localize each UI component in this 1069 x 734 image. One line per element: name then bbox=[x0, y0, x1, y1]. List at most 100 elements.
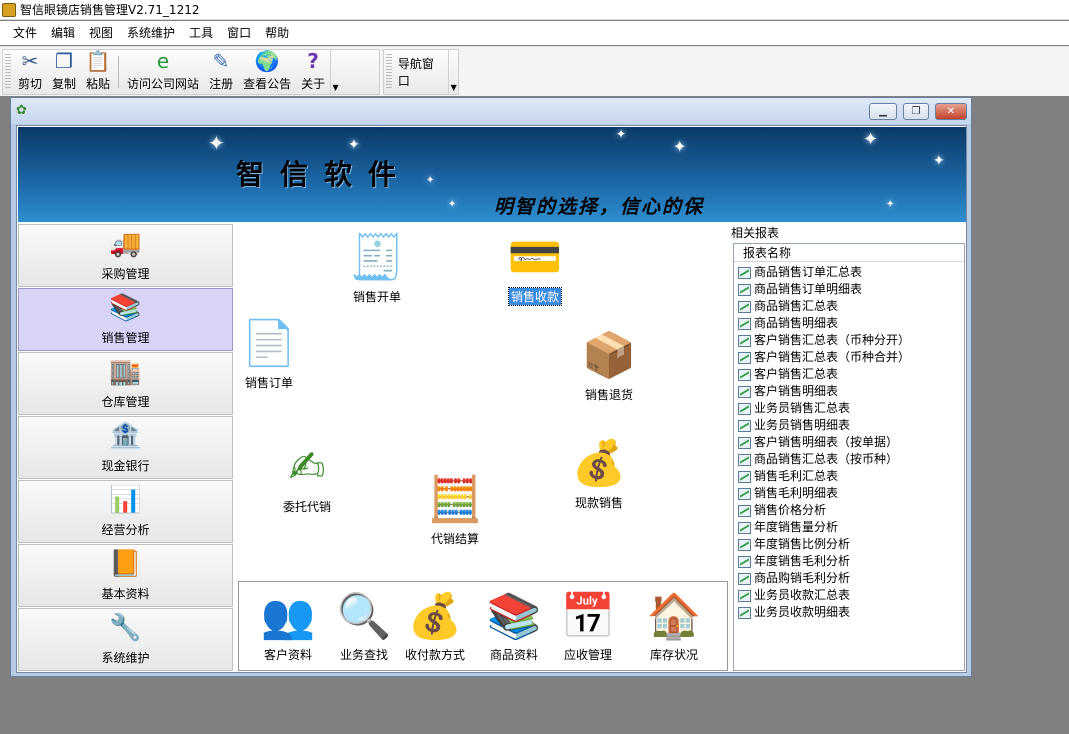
report-item[interactable]: 商品销售明细表 bbox=[738, 315, 964, 332]
toolbar-grip[interactable] bbox=[386, 54, 392, 90]
copy-button[interactable]: ❐ 复制 bbox=[47, 49, 81, 94]
nav-basic-data[interactable]: 📙 基本资料 bbox=[18, 544, 233, 607]
report-item[interactable]: 年度销售量分析 bbox=[738, 519, 964, 536]
quick-links: 👥 客户资料 🔍 业务查找 💰 收付款方式 📚 商品资料 📅 应收管理 🏠 库存… bbox=[238, 581, 728, 671]
report-item[interactable]: 销售价格分析 bbox=[738, 502, 964, 519]
sales-open-button[interactable]: 🧾 销售开单 bbox=[349, 230, 405, 305]
report-chart-icon bbox=[738, 453, 751, 466]
menu-help[interactable]: 帮助 bbox=[258, 21, 296, 45]
report-item-label: 客户销售汇总表（币种分开） bbox=[754, 333, 911, 347]
report-item[interactable]: 业务员销售明细表 bbox=[738, 417, 964, 434]
paste-button[interactable]: 📋 粘贴 bbox=[81, 49, 115, 94]
module-nav: 🚚 采购管理 📚 销售管理 🏬 仓库管理 🏦 现金银行 📊 经营分析 📙 基本资… bbox=[18, 224, 233, 672]
register-button[interactable]: ✎ 注册 bbox=[204, 49, 238, 94]
report-item[interactable]: 客户销售汇总表 bbox=[738, 366, 964, 383]
sales-order-button[interactable]: 📄 销售订单 bbox=[241, 316, 297, 391]
window-app-icon: ✿ bbox=[16, 103, 27, 118]
cash-sale-button[interactable]: 💰 现款销售 bbox=[571, 436, 627, 511]
truck-icon: 🚚 bbox=[109, 229, 142, 259]
report-item-label: 销售毛利明细表 bbox=[754, 486, 839, 500]
report-item[interactable]: 客户销售汇总表（币种合并） bbox=[738, 349, 964, 366]
report-item[interactable]: 业务员销售汇总表 bbox=[738, 400, 964, 417]
report-item[interactable]: 客户销售汇总表（币种分开） bbox=[738, 332, 964, 349]
inventory-status-button[interactable]: 🏠 库存状况 bbox=[645, 588, 703, 663]
toolbar-overflow-button[interactable]: ▼ bbox=[330, 50, 340, 94]
cut-button[interactable]: ✂ 剪切 bbox=[13, 49, 47, 94]
menu-file[interactable]: 文件 bbox=[6, 21, 44, 45]
report-item[interactable]: 销售毛利汇总表 bbox=[738, 468, 964, 485]
nav-window-button[interactable]: 导航窗口 bbox=[394, 50, 448, 94]
report-item[interactable]: 商品销售订单明细表 bbox=[738, 281, 964, 298]
menu-view[interactable]: 视图 bbox=[82, 21, 120, 45]
sales-receipt-button[interactable]: 💳 销售收款 bbox=[507, 230, 563, 306]
tools-icon: 🔧 bbox=[109, 613, 142, 643]
cash-sale-label: 现款销售 bbox=[574, 496, 623, 510]
reports-list: 报表名称 商品销售订单汇总表 商品销售订单明细表商品销售汇总表 商品销售明细表 客户销… bbox=[733, 243, 965, 671]
report-chart-icon bbox=[738, 504, 751, 517]
visit-website-label: 访问公司网站 bbox=[127, 77, 200, 91]
star-icon: ✦ bbox=[208, 131, 225, 155]
business-search-button[interactable]: 🔍 业务查找 bbox=[335, 588, 393, 663]
globe-link-icon: e bbox=[156, 49, 170, 73]
report-item[interactable]: 年度销售毛利分析 bbox=[738, 553, 964, 570]
report-item[interactable]: 年度销售比例分析 bbox=[738, 536, 964, 553]
payment-method-button[interactable]: 💰 收付款方式 bbox=[405, 588, 465, 663]
report-item[interactable]: 业务员收款明细表 bbox=[738, 604, 964, 621]
visit-website-button[interactable]: e 访问公司网站 bbox=[122, 49, 204, 94]
book-icon: 📙 bbox=[109, 549, 142, 579]
menu-window[interactable]: 窗口 bbox=[220, 21, 258, 45]
child-window-titlebar[interactable]: ✿ ▁ ❐ ✕ bbox=[11, 98, 971, 124]
report-item-label: 商品销售订单明细表 bbox=[754, 282, 863, 296]
receivables-button[interactable]: 📅 应收管理 bbox=[559, 588, 617, 663]
about-button[interactable]: ? 关于 bbox=[296, 49, 330, 94]
reports-title: 相关报表 bbox=[731, 226, 780, 240]
report-item-label: 业务员销售明细表 bbox=[754, 418, 851, 432]
reports-column-header[interactable]: 报表名称 bbox=[734, 244, 964, 262]
sales-return-button[interactable]: 📦 销售退货 bbox=[581, 328, 637, 403]
star-icon: ✦ bbox=[348, 137, 360, 153]
app-title: 智信眼镜店销售管理V2.71_1212 bbox=[20, 3, 200, 17]
nav-cash-bank-label: 现金银行 bbox=[101, 459, 150, 473]
nav-purchase[interactable]: 🚚 采购管理 bbox=[18, 224, 233, 287]
consign-button[interactable]: ✍ 委托代销 bbox=[279, 440, 335, 515]
report-item[interactable]: 商品销售汇总表（按币种） bbox=[738, 451, 964, 468]
nav-analysis[interactable]: 📊 经营分析 bbox=[18, 480, 233, 543]
card-check-icon: 💳 bbox=[507, 232, 563, 283]
minimize-button[interactable]: ▁ bbox=[869, 103, 897, 120]
nav-sales[interactable]: 📚 销售管理 bbox=[18, 288, 233, 351]
report-chart-icon bbox=[738, 283, 751, 296]
report-item[interactable]: 客户销售明细表（按单据） bbox=[738, 434, 964, 451]
report-item[interactable]: 业务员收款汇总表 bbox=[738, 587, 964, 604]
product-info-button[interactable]: 📚 商品资料 bbox=[485, 588, 543, 663]
star-icon: ✦ bbox=[426, 175, 435, 186]
nav-cash-bank[interactable]: 🏦 现金银行 bbox=[18, 416, 233, 479]
nav-warehouse[interactable]: 🏬 仓库管理 bbox=[18, 352, 233, 415]
function-area: 🧾 销售开单 💳 销售收款 📄 销售订单 📦 销售退货 ✍ 委托代销 🧮 代销结… bbox=[237, 224, 729, 574]
customer-info-button[interactable]: 👥 客户资料 bbox=[259, 588, 317, 663]
menu-system[interactable]: 系统维护 bbox=[120, 21, 182, 45]
crate-up-icon: 📦 bbox=[581, 330, 637, 381]
view-notice-button[interactable]: 🌍 查看公告 bbox=[238, 49, 296, 94]
menu-tools[interactable]: 工具 bbox=[182, 21, 220, 45]
consign-settle-button[interactable]: 🧮 代销结算 bbox=[427, 472, 483, 547]
report-item[interactable]: 商品购销毛利分析 bbox=[738, 570, 964, 587]
nav-window-label: 导航窗口 bbox=[397, 57, 434, 88]
nav-system[interactable]: 🔧 系统维护 bbox=[18, 608, 233, 671]
close-button[interactable]: ✕ bbox=[935, 103, 967, 120]
banner-slogan: 明智的选择，信心的保 bbox=[494, 196, 705, 218]
report-item[interactable]: 商品销售订单汇总表 bbox=[738, 264, 964, 281]
menu-bar: 文件 编辑 视图 系统维护 工具 窗口 帮助 bbox=[0, 21, 1069, 45]
menu-edit[interactable]: 编辑 bbox=[44, 21, 82, 45]
toolbar-grip[interactable] bbox=[5, 54, 11, 90]
report-chart-icon bbox=[738, 521, 751, 534]
report-item[interactable]: 客户销售明细表 bbox=[738, 383, 964, 400]
report-item[interactable]: 销售毛利明细表 bbox=[738, 485, 964, 502]
app-icon bbox=[2, 2, 16, 17]
toolbar: ✂ 剪切 ❐ 复制 📋 粘贴 e 访问公司网站 ✎ 注册 🌍 查看公告 ? 关于… bbox=[0, 46, 1069, 96]
report-chart-icon bbox=[738, 487, 751, 500]
report-item[interactable]: 商品销售汇总表 bbox=[738, 298, 964, 315]
maximize-button[interactable]: ❐ bbox=[903, 103, 929, 120]
books-icon: 📚 bbox=[109, 293, 142, 323]
toolbar-nav-overflow-button[interactable]: ▼ bbox=[448, 50, 458, 94]
report-item-label: 业务员销售汇总表 bbox=[754, 401, 851, 415]
